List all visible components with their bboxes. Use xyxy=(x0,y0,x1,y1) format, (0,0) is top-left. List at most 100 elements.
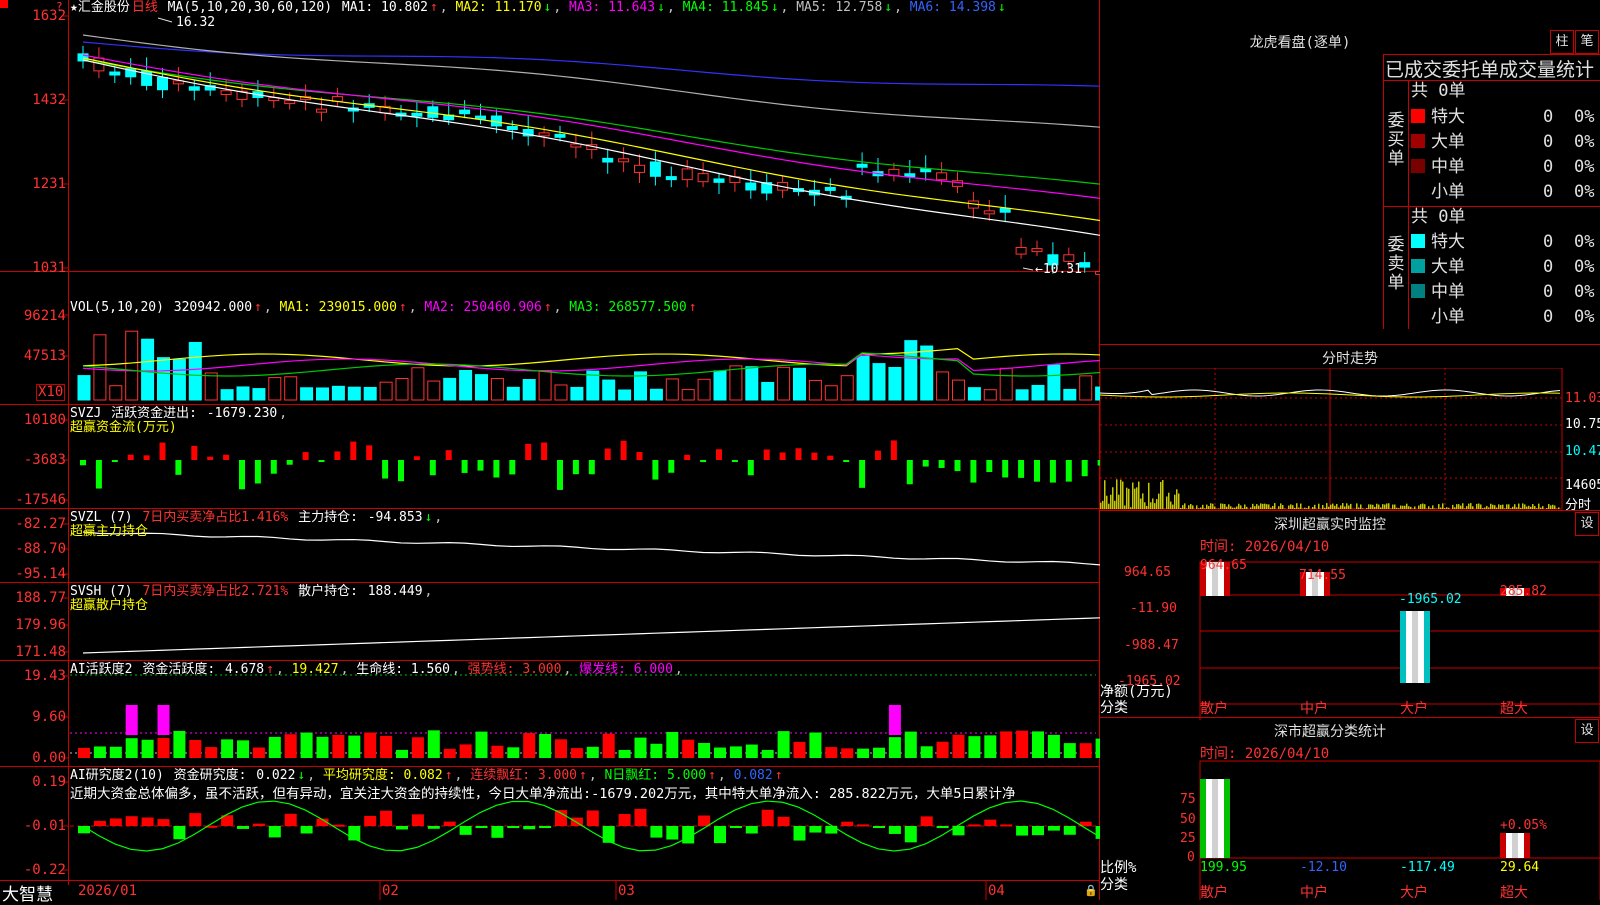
research-bar xyxy=(396,826,408,829)
ai-active-axis-2: 9.60 xyxy=(0,710,66,724)
class-value-sanhu: 199.95 xyxy=(1200,860,1247,875)
flow-bar xyxy=(764,450,770,460)
candle-body xyxy=(428,107,438,118)
brand-logo[interactable]: 大智慧 xyxy=(2,880,53,905)
svsh-subtitle: 超赢散户持仓 xyxy=(70,598,148,614)
candle-body xyxy=(857,164,867,167)
fenshi-volume-bar xyxy=(1126,488,1128,509)
class-bar-chaoda xyxy=(1518,833,1524,858)
svzj-axis-2: -3683 xyxy=(0,453,66,467)
activity-bar xyxy=(507,747,519,758)
activity-bar xyxy=(1048,735,1060,758)
activity-bar xyxy=(189,740,201,758)
fenshi-volume-bar xyxy=(1132,482,1134,509)
fenshi-volume-bar xyxy=(1108,504,1110,509)
research-bar xyxy=(937,826,949,828)
activity-peak-bar xyxy=(889,705,901,735)
fenshi-volume-bar xyxy=(1270,508,1272,509)
fenshi-volume-bar xyxy=(1384,505,1386,509)
sell-count: 0 xyxy=(1543,257,1553,277)
fenshi-volume-bar xyxy=(1246,507,1248,509)
period-label[interactable]: 日线 xyxy=(132,0,158,15)
kline-chart-area[interactable] xyxy=(0,0,1100,900)
bar-mode-button[interactable]: 柱 xyxy=(1550,30,1574,54)
vol-unit-badge[interactable]: X10 xyxy=(36,384,65,401)
svsh-params: SVSH (7) xyxy=(70,584,133,599)
fenshi-volume-bar xyxy=(1160,482,1162,509)
flow-bar xyxy=(1066,460,1072,482)
fenshi-volume-bar xyxy=(1114,501,1116,509)
monitor-cat-chaoda: 超大 xyxy=(1500,698,1528,718)
vol-axis-1: 96214 xyxy=(0,309,66,323)
monitor-value-dahu: -1965.02 xyxy=(1399,592,1462,607)
row-name: 小单 xyxy=(1431,182,1465,202)
fenshi-volume-bar xyxy=(1128,489,1130,509)
research-bar xyxy=(984,820,996,826)
volume-bar xyxy=(126,331,138,400)
volume-bar xyxy=(571,387,583,400)
monitor-axis-1: 964.65 xyxy=(1124,565,1171,580)
research-bar xyxy=(523,826,535,829)
ai-research-axis-2: -0.01 xyxy=(0,819,66,833)
activity-bars xyxy=(78,705,1100,758)
fenshi-volume-bar xyxy=(1438,504,1440,509)
candle-body xyxy=(714,179,724,182)
volume-bar xyxy=(1032,385,1044,400)
activity-bar xyxy=(444,749,456,758)
fenshi-volume-bar xyxy=(1420,504,1422,509)
flow-bar xyxy=(732,460,738,462)
fenshi-volume-bar xyxy=(1174,495,1176,509)
stock-name[interactable]: ★汇金股份 xyxy=(70,0,130,15)
activity-bar xyxy=(698,743,710,758)
research-bar xyxy=(746,826,758,833)
fenshi-volume-bar xyxy=(1402,506,1404,509)
research-bar xyxy=(142,817,154,826)
fenshi-chart[interactable] xyxy=(1100,368,1600,510)
fenshi-volume-bar xyxy=(1120,480,1122,509)
class-axis-3: 25 xyxy=(1180,831,1196,846)
candle-body xyxy=(507,127,517,130)
lock-icon[interactable]: 🔒 xyxy=(1084,884,1098,897)
activity-bar xyxy=(539,734,551,758)
fenshi-volume-bar xyxy=(1212,504,1214,509)
fenshi-volume-bar xyxy=(1424,504,1426,509)
fenshi-volume-bar xyxy=(1456,504,1458,509)
row-name: 特大 xyxy=(1431,232,1465,252)
activity-bar xyxy=(221,739,233,758)
volume-bar xyxy=(873,364,885,400)
svzl-ratio: 7日内买卖净占比1.416% xyxy=(142,510,288,525)
activity-bar xyxy=(476,732,488,758)
fenshi-volume-bar xyxy=(1388,503,1390,509)
fenshi-volume-bar xyxy=(1346,503,1348,509)
activity-bar xyxy=(142,740,154,758)
fenshi-volume-bar xyxy=(1172,505,1174,509)
volume-bar xyxy=(698,379,710,400)
research-bar xyxy=(189,813,201,826)
fenshi-volume-bar xyxy=(1480,504,1482,509)
activity-bar xyxy=(809,733,821,758)
volume-bar xyxy=(603,380,615,400)
fenshi-volume-bar xyxy=(1252,504,1254,509)
volume-bar xyxy=(110,386,122,400)
tick-mode-button[interactable]: 笔 xyxy=(1575,30,1599,54)
flow-bar xyxy=(223,455,229,460)
volume-bar xyxy=(301,388,313,400)
monitor-cat-sanhu: 散户 xyxy=(1200,698,1228,718)
class-bar-sanhu xyxy=(1224,779,1230,858)
question-icon[interactable]: ? xyxy=(56,0,63,13)
activity-bar xyxy=(110,747,122,758)
research-bar xyxy=(1016,826,1028,836)
fenshi-volume-bar xyxy=(1220,503,1222,509)
lhb-tabs[interactable]: 已成交委托单成交量统计 xyxy=(1385,55,1594,82)
class-value-zhonghu: -12.10 xyxy=(1300,860,1347,875)
flow-bar xyxy=(605,449,611,460)
volume-bar xyxy=(650,389,662,400)
monitor-bar-dahu xyxy=(1412,611,1418,683)
candle-body xyxy=(539,133,549,136)
fenshi-volume-bar xyxy=(1496,508,1498,509)
fenshi-volume-bar xyxy=(1414,506,1416,509)
menu-marker-icon[interactable] xyxy=(0,0,8,8)
activity-bar xyxy=(682,740,694,758)
ai-research-label: 资金研究度: xyxy=(174,768,247,783)
research-bar xyxy=(857,824,869,826)
